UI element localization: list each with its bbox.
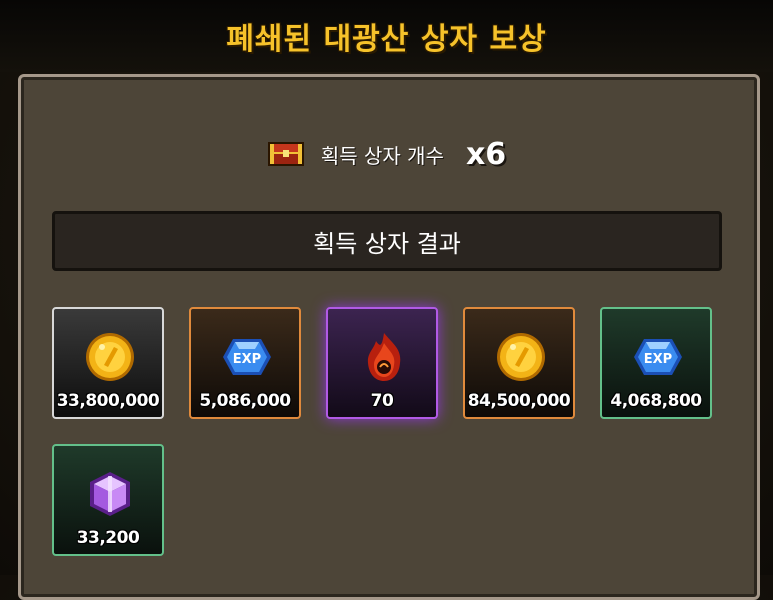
reward-value: 84,500,000 <box>467 391 571 411</box>
svg-text:EXP: EXP <box>644 352 672 367</box>
fire-essence-icon <box>356 329 412 385</box>
result-header-label: 획득 상자 결과 <box>313 229 461 258</box>
result-header: 획득 상자 결과 <box>52 211 722 271</box>
reward-value: 4,068,800 <box>610 391 702 411</box>
reward-item-fire-essence[interactable]: 70 <box>326 307 438 419</box>
exp-crystal-icon: EXP <box>630 329 686 385</box>
gold-coin-icon <box>82 329 138 385</box>
reward-value: 5,086,000 <box>199 391 291 411</box>
reward-item-gold-1[interactable]: 33,800,000 <box>52 307 164 419</box>
reward-value: 70 <box>370 391 394 411</box>
reward-item-exp-1[interactable]: EXP 5,086,000 <box>189 307 301 419</box>
chest-icon <box>267 141 305 167</box>
reward-item-purple-cube[interactable]: 33,200 <box>52 444 164 556</box>
reward-value: 33,800,000 <box>56 391 160 411</box>
box-count-label: 획득 상자 개수 <box>320 143 444 168</box>
svg-text:EXP: EXP <box>233 352 261 367</box>
box-count-value: x6 <box>465 136 507 172</box>
exp-crystal-icon: EXP <box>219 329 275 385</box>
reward-value: 33,200 <box>76 528 140 548</box>
purple-cube-icon <box>82 466 138 522</box>
box-count-row: 획득 상자 개수 x6 <box>0 134 773 174</box>
reward-item-gold-2[interactable]: 84,500,000 <box>463 307 575 419</box>
gold-coin-icon <box>493 329 549 385</box>
reward-item-exp-2[interactable]: EXP 4,068,800 <box>600 307 712 419</box>
page-title: 폐쇄된 대광산 상자 보상 <box>226 22 547 57</box>
